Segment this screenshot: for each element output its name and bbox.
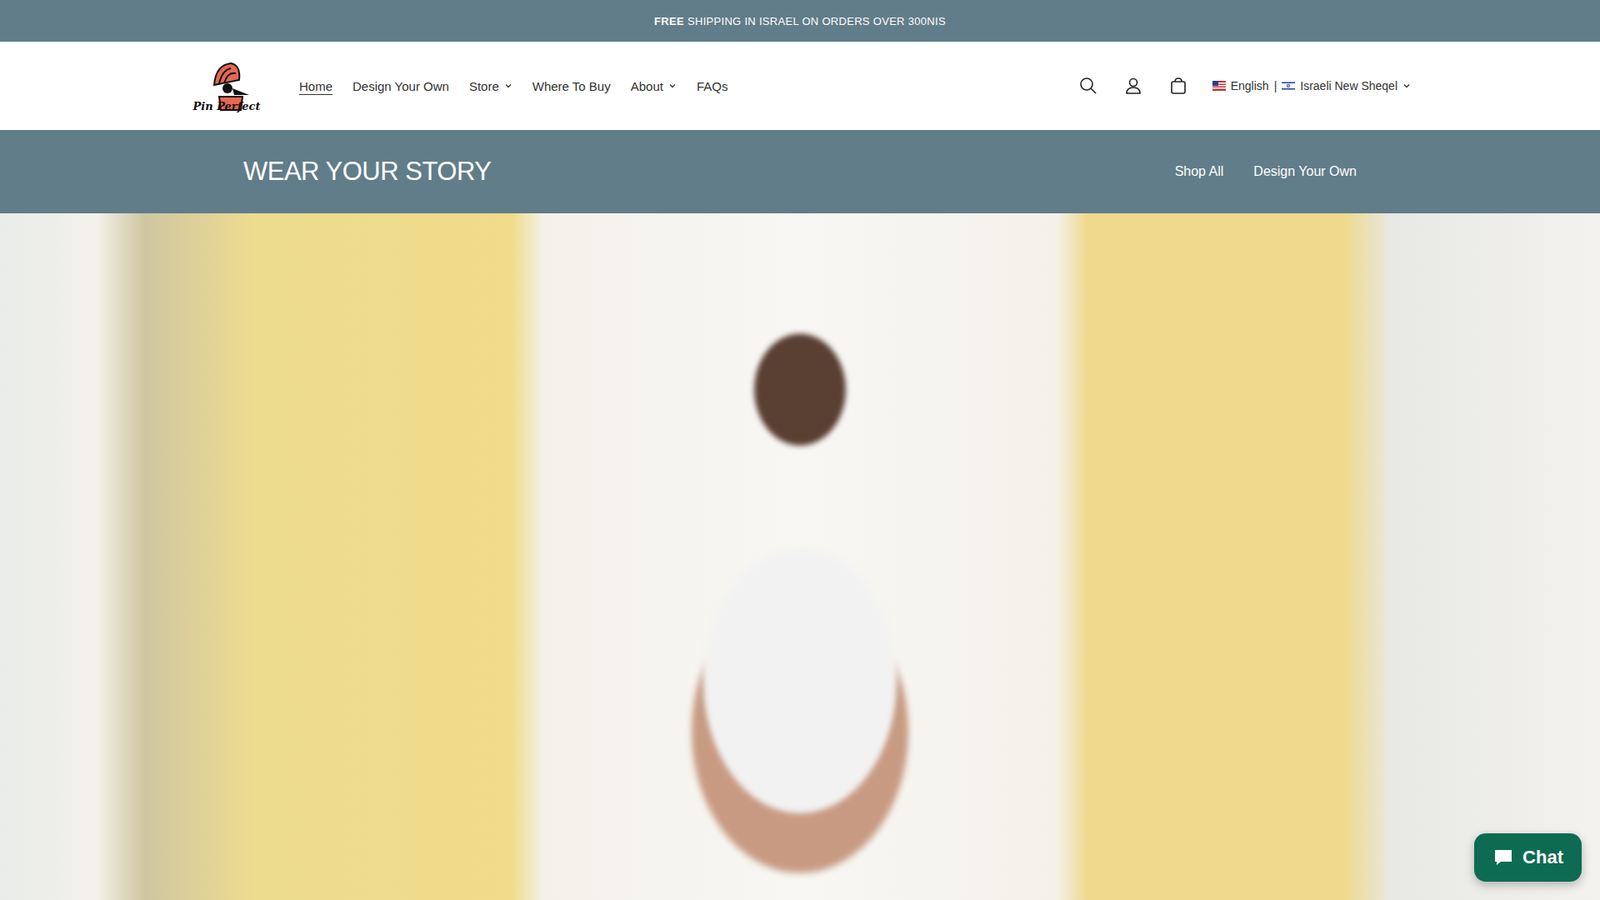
- separator: |: [1274, 79, 1278, 93]
- nav-item[interactable]: Where To Buy: [532, 79, 611, 94]
- logo-text: Pin Perfect: [192, 100, 260, 113]
- announcement-bold: FREE: [654, 15, 685, 28]
- page: FREESHIPPING IN ISRAEL ON ORDERS OVER 30…: [0, 0, 1600, 900]
- main-nav: Home Design Your Own Store Where To Buy Abou…: [299, 79, 728, 94]
- israel-flag-icon: [1281, 80, 1295, 91]
- banner-inner: WEAR YOUR STORY Shop All Design Your Own: [243, 156, 1357, 187]
- account-button[interactable]: [1119, 71, 1148, 100]
- search-button[interactable]: [1074, 71, 1103, 100]
- header: Pin Perfect Home Design Your Own Store Where…: [0, 41, 1600, 130]
- chevron-down-icon: [504, 81, 513, 90]
- announcement-text: SHIPPING IN ISRAEL ON ORDERS OVER 300NIS: [687, 15, 946, 28]
- nav-item[interactable]: Store: [469, 79, 513, 94]
- hero-figure: [625, 288, 975, 900]
- us-flag-icon: [1212, 80, 1226, 91]
- hero-image: [0, 213, 1600, 900]
- chat-bubble-icon: [1492, 847, 1515, 868]
- logo[interactable]: Pin Perfect: [189, 60, 265, 113]
- banner-link[interactable]: Design Your Own: [1253, 164, 1357, 180]
- nav-item[interactable]: About: [630, 79, 677, 94]
- header-left: Pin Perfect Home Design Your Own Store Where…: [189, 60, 728, 113]
- header-inner: Pin Perfect Home Design Your Own Store Where…: [189, 60, 1411, 113]
- localization-selector[interactable]: English | Israeli New Sheqel: [1212, 79, 1411, 93]
- header-right: English | Israeli New Sheqel: [1074, 71, 1411, 100]
- search-icon: [1079, 76, 1098, 95]
- chevron-down-icon: [1402, 81, 1411, 90]
- banner: WEAR YOUR STORY Shop All Design Your Own: [0, 130, 1600, 214]
- cart-icon: [1169, 76, 1188, 95]
- currency-label: Israeli New Sheqel: [1300, 79, 1398, 93]
- chevron-down-icon: [668, 81, 677, 90]
- nav-item[interactable]: Home: [299, 79, 333, 94]
- banner-title: WEAR YOUR STORY: [243, 156, 491, 187]
- banner-link[interactable]: Shop All: [1175, 164, 1225, 180]
- cart-button[interactable]: [1164, 71, 1193, 100]
- nav-item[interactable]: FAQs: [696, 79, 729, 94]
- account-icon: [1124, 76, 1143, 95]
- banner-links: Shop All Design Your Own: [1175, 164, 1357, 180]
- announcement-bar: FREESHIPPING IN ISRAEL ON ORDERS OVER 30…: [0, 0, 1600, 42]
- nav-item[interactable]: Design Your Own: [352, 79, 450, 94]
- language-label: English: [1230, 79, 1270, 93]
- chat-button[interactable]: Chat: [1474, 833, 1582, 882]
